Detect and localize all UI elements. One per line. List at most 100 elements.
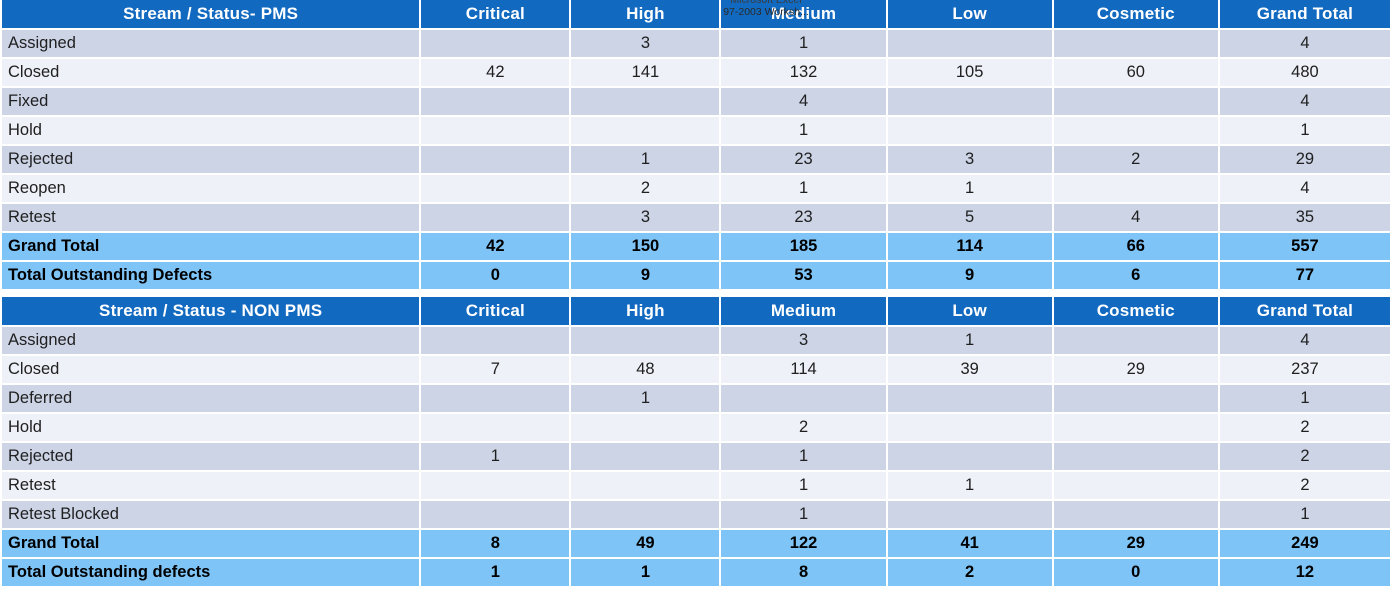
cell-critical xyxy=(420,87,572,117)
table-row: Reopen 2 1 1 4 xyxy=(2,174,1390,204)
row-label: Rejected xyxy=(2,145,422,175)
column-header-low[interactable]: Low xyxy=(886,297,1054,327)
cell-high xyxy=(570,326,722,356)
cell-grand-total: 77 xyxy=(1218,261,1390,291)
row-label: Grand Total xyxy=(2,529,422,559)
row-label: Hold xyxy=(2,413,422,443)
row-label: Retest Blocked xyxy=(2,500,422,530)
cell-medium: 23 xyxy=(720,145,888,175)
cell-medium: 1 xyxy=(720,442,888,472)
cell-critical xyxy=(420,384,572,414)
non-pms-defect-table: Stream / Status - NON PMS Critical High … xyxy=(2,297,1390,588)
cell-grand-total: 1 xyxy=(1218,116,1390,146)
cell-grand-total: 2 xyxy=(1218,413,1390,443)
cell-high xyxy=(570,500,722,530)
cell-cosmetic xyxy=(1052,442,1220,472)
cell-low xyxy=(886,384,1054,414)
cell-critical xyxy=(420,174,572,204)
grand-total-row: Grand Total 42 150 185 114 66 557 xyxy=(2,232,1390,262)
column-header-medium[interactable]: Medium xyxy=(720,0,888,30)
cell-high: 1 xyxy=(570,558,722,588)
cell-grand-total: 1 xyxy=(1218,384,1390,414)
cell-cosmetic xyxy=(1052,29,1220,59)
table-row: Fixed 4 4 xyxy=(2,87,1390,117)
cell-critical xyxy=(420,413,572,443)
cell-medium xyxy=(720,384,888,414)
table-row: Assigned 3 1 4 xyxy=(2,326,1390,356)
cell-high: 2 xyxy=(570,174,722,204)
cell-critical: 42 xyxy=(420,232,572,262)
cell-medium: 23 xyxy=(720,203,888,233)
cell-grand-total: 4 xyxy=(1218,29,1390,59)
table-header-row: Stream / Status - NON PMS Critical High … xyxy=(2,297,1390,327)
cell-grand-total: 249 xyxy=(1218,529,1390,559)
cell-low xyxy=(886,116,1054,146)
cell-grand-total: 12 xyxy=(1218,558,1390,588)
column-header-high[interactable]: High xyxy=(570,0,722,30)
grand-total-row: Grand Total 8 49 122 41 29 249 xyxy=(2,529,1390,559)
cell-low xyxy=(886,413,1054,443)
cell-cosmetic: 0 xyxy=(1052,558,1220,588)
cell-low: 1 xyxy=(886,471,1054,501)
cell-low: 5 xyxy=(886,203,1054,233)
cell-cosmetic xyxy=(1052,384,1220,414)
cell-medium: 1 xyxy=(720,174,888,204)
cell-cosmetic: 6 xyxy=(1052,261,1220,291)
cell-critical: 0 xyxy=(420,261,572,291)
cell-critical: 8 xyxy=(420,529,572,559)
cell-high: 49 xyxy=(570,529,722,559)
cell-low: 9 xyxy=(886,261,1054,291)
cell-medium: 1 xyxy=(720,116,888,146)
cell-cosmetic: 29 xyxy=(1052,529,1220,559)
cell-critical xyxy=(420,145,572,175)
column-header-grand-total[interactable]: Grand Total xyxy=(1218,0,1390,30)
cell-grand-total: 4 xyxy=(1218,326,1390,356)
row-label: Reopen xyxy=(2,174,422,204)
cell-grand-total: 237 xyxy=(1218,355,1390,385)
total-outstanding-defects-row: Total Outstanding Defects 0 9 53 9 6 77 xyxy=(2,261,1390,291)
column-header-critical[interactable]: Critical xyxy=(420,0,572,30)
cell-grand-total: 29 xyxy=(1218,145,1390,175)
cell-cosmetic: 4 xyxy=(1052,203,1220,233)
cell-cosmetic xyxy=(1052,174,1220,204)
column-header-stream-status[interactable]: Stream / Status- PMS xyxy=(2,0,422,30)
row-label: Assigned xyxy=(2,29,422,59)
cell-medium: 4 xyxy=(720,87,888,117)
cell-high: 1 xyxy=(570,384,722,414)
table-row: Closed 7 48 114 39 29 237 xyxy=(2,355,1390,385)
table-row: Retest 3 23 5 4 35 xyxy=(2,203,1390,233)
cell-high: 1 xyxy=(570,145,722,175)
row-label: Closed xyxy=(2,58,422,88)
column-header-cosmetic[interactable]: Cosmetic xyxy=(1052,297,1220,327)
cell-grand-total: 480 xyxy=(1218,58,1390,88)
cell-critical xyxy=(420,326,572,356)
cell-low: 105 xyxy=(886,58,1054,88)
cell-critical xyxy=(420,116,572,146)
cell-critical: 42 xyxy=(420,58,572,88)
cell-high xyxy=(570,87,722,117)
cell-critical: 1 xyxy=(420,442,572,472)
cell-grand-total: 1 xyxy=(1218,500,1390,530)
cell-medium: 8 xyxy=(720,558,888,588)
cell-medium: 3 xyxy=(720,326,888,356)
column-header-critical[interactable]: Critical xyxy=(420,297,572,327)
cell-cosmetic: 66 xyxy=(1052,232,1220,262)
table-row: Hold 1 1 xyxy=(2,116,1390,146)
column-header-stream-status[interactable]: Stream / Status - NON PMS xyxy=(2,297,422,327)
cell-cosmetic xyxy=(1052,500,1220,530)
table-row: Rejected 1 23 3 2 29 xyxy=(2,145,1390,175)
column-header-medium[interactable]: Medium xyxy=(720,297,888,327)
cell-medium: 185 xyxy=(720,232,888,262)
table-row: Assigned 3 1 4 xyxy=(2,29,1390,59)
cell-high: 150 xyxy=(570,232,722,262)
cell-cosmetic: 60 xyxy=(1052,58,1220,88)
column-header-low[interactable]: Low xyxy=(886,0,1054,30)
table-row: Closed 42 141 132 105 60 480 xyxy=(2,58,1390,88)
table-row: Deferred 1 1 xyxy=(2,384,1390,414)
table-header-row: Stream / Status- PMS Critical High Mediu… xyxy=(2,0,1390,30)
column-header-high[interactable]: High xyxy=(570,297,722,327)
column-header-cosmetic[interactable]: Cosmetic xyxy=(1052,0,1220,30)
cell-low: 39 xyxy=(886,355,1054,385)
row-label: Total Outstanding defects xyxy=(2,558,422,588)
column-header-grand-total[interactable]: Grand Total xyxy=(1218,297,1390,327)
